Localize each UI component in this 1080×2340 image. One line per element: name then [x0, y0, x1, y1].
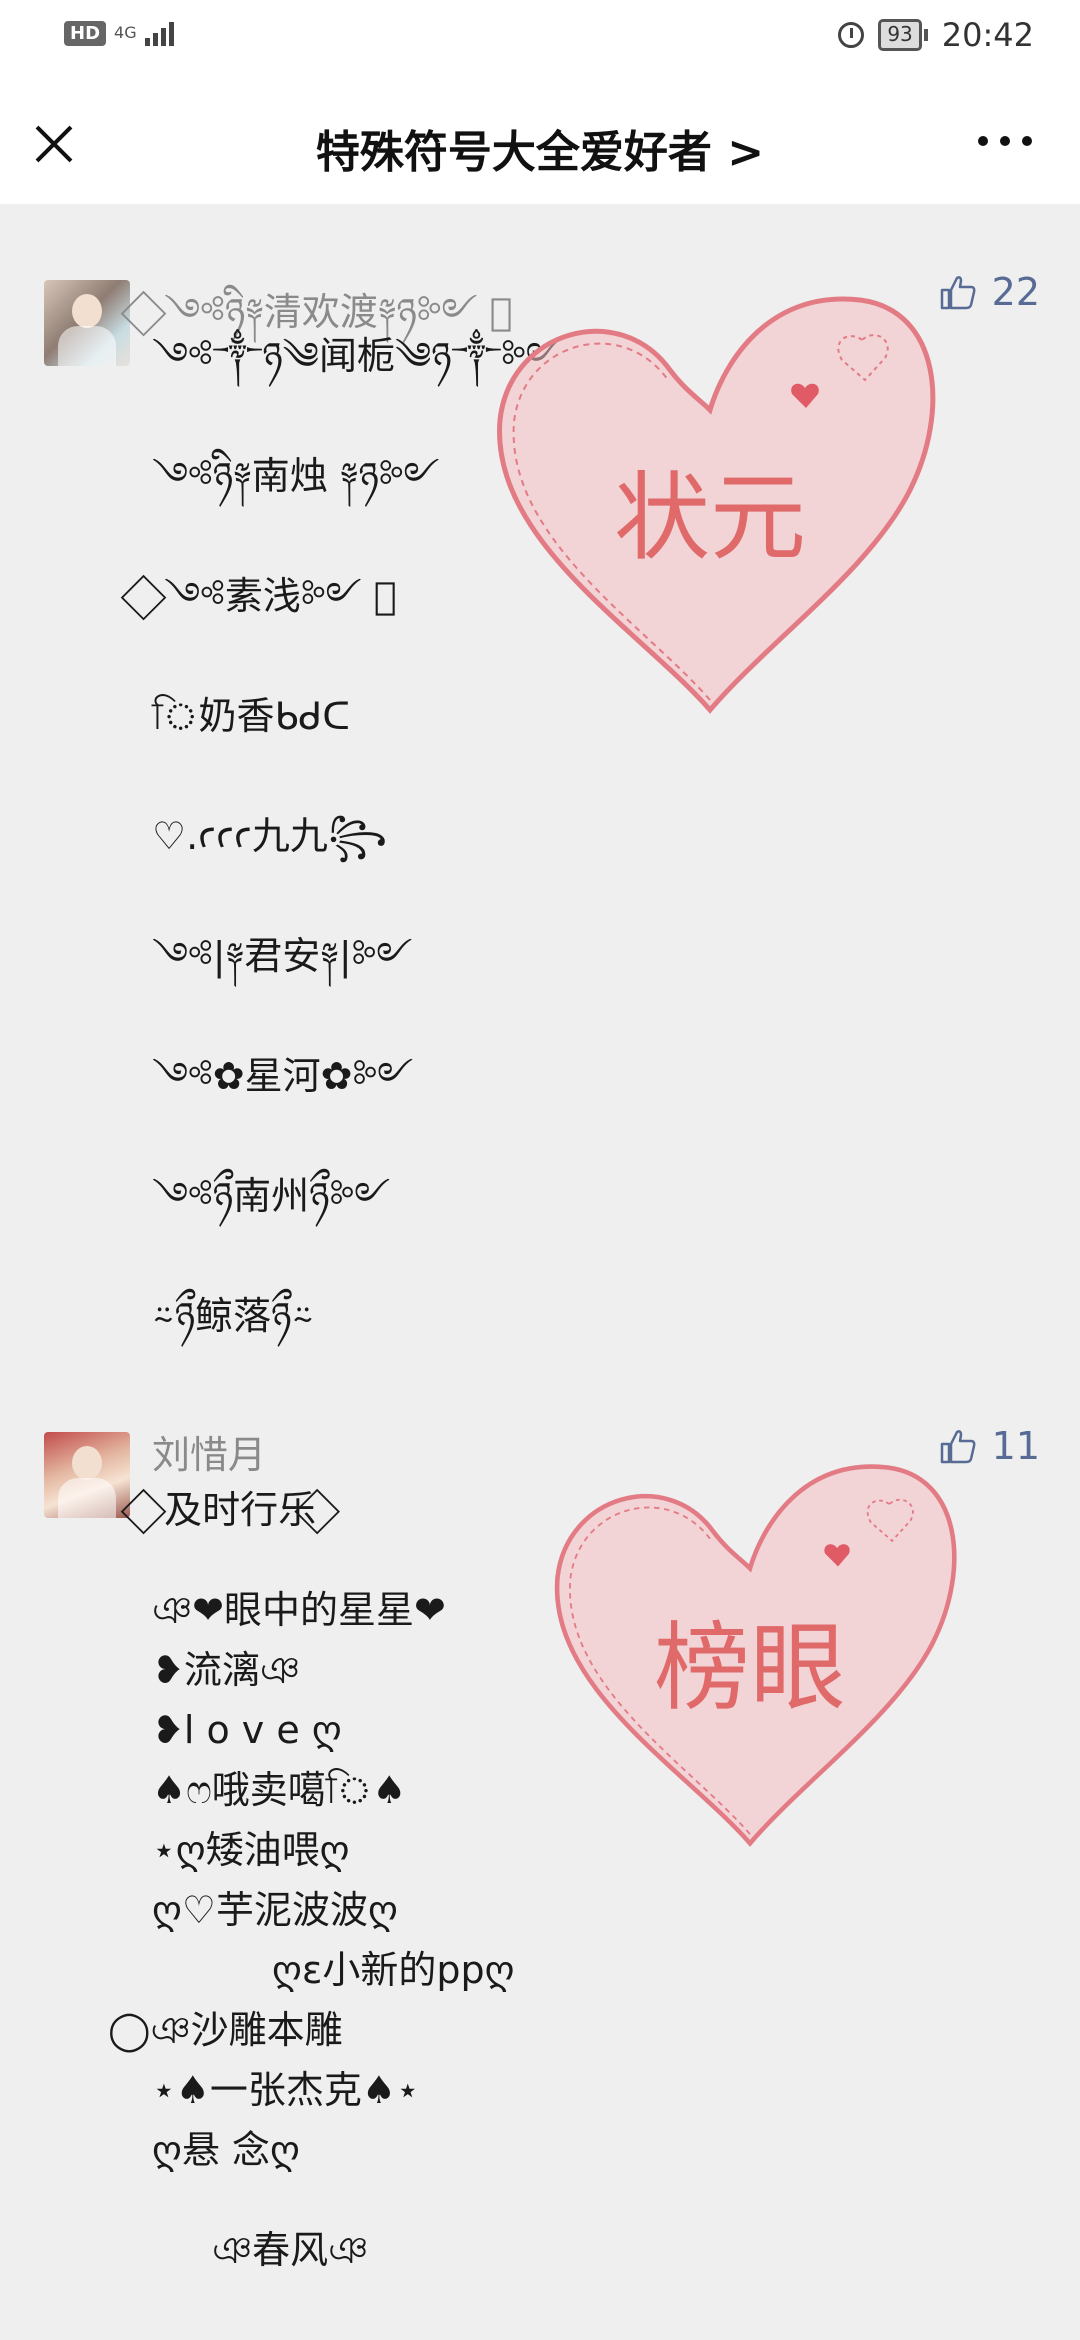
comment-line: ༺|༈君安༈|༻ [152, 934, 413, 978]
like-button[interactable]: 22 [938, 270, 1040, 314]
status-right: 93 20:42 [838, 16, 1034, 54]
avatar[interactable] [44, 1432, 130, 1518]
battery-level: 93 [878, 19, 922, 51]
comment-line: ◯ঞ沙雕本雕 [108, 2008, 343, 2052]
comment-line: ঞ❤眼中的星星❤ [152, 1588, 446, 1632]
battery-icon: 93 [878, 19, 928, 51]
like-count: 22 [991, 270, 1040, 314]
comment-line: ༺✿星河✿༻ [152, 1054, 414, 1098]
clock: 20:42 [941, 16, 1034, 54]
status-left: HD 4G [64, 20, 174, 46]
comment-line: ♠ෆ哦卖噶ি♠ [152, 1768, 407, 1812]
more-icon[interactable] [978, 136, 1032, 146]
comment-line: ღɛ小新的ppღ [272, 1948, 515, 1992]
comment-line: ⋆ღ矮油喂ღ [152, 1828, 350, 1872]
hd-badge: HD [64, 20, 107, 46]
like-count: 11 [991, 1424, 1040, 1468]
comment-body: ⃟ 及时行乐 ⃟ ঞ❤眼中的星星❤ ❥流漓ঞ ❥l o v e ღ ♠ෆ哦卖噶ি… [108, 1480, 515, 2280]
comment-line: ঞ春风ঞ [212, 2228, 369, 2272]
alarm-icon [838, 22, 865, 48]
rank-stamp: 状元 [470, 270, 950, 750]
comment-username[interactable]: 刘惜月 [152, 1424, 266, 1479]
stamp-label: 状元 [614, 462, 806, 574]
comment-line: ⋆♠一张杰克♠⋆ [152, 2068, 420, 2112]
network-type: 4G [114, 23, 137, 42]
comment-line: ♡.ꜥꜥꜥ九九꧂ [152, 814, 388, 858]
avatar[interactable] [44, 280, 130, 366]
comment-line: ❥l o v e ღ [152, 1708, 342, 1752]
signal-icon [144, 20, 174, 46]
comment-line: ⃟ 及时行乐 ⃟ [152, 1488, 326, 1532]
comment-line: ❥流漓ঞ [152, 1648, 300, 1692]
status-bar: HD 4G 93 20:42 [0, 0, 1080, 80]
comment-line: ღ♡芋泥波波ღ [152, 1888, 398, 1932]
title-bar: 特殊符号大全爱好者 > [0, 80, 1080, 204]
stamp-label: 榜眼 [654, 1612, 846, 1724]
comment-line: ༺ཉྀ南州ཉྀ༻ [152, 1174, 391, 1218]
rank-stamp: 榜眼 [530, 1440, 970, 1880]
comment-line: ღ悬 念ღ [152, 2128, 300, 2172]
page-title[interactable]: 特殊符号大全爱好者 > [0, 116, 1080, 180]
comment-line: ⍨ཉྀ鲸落ཉྀ⍨ [152, 1294, 315, 1338]
